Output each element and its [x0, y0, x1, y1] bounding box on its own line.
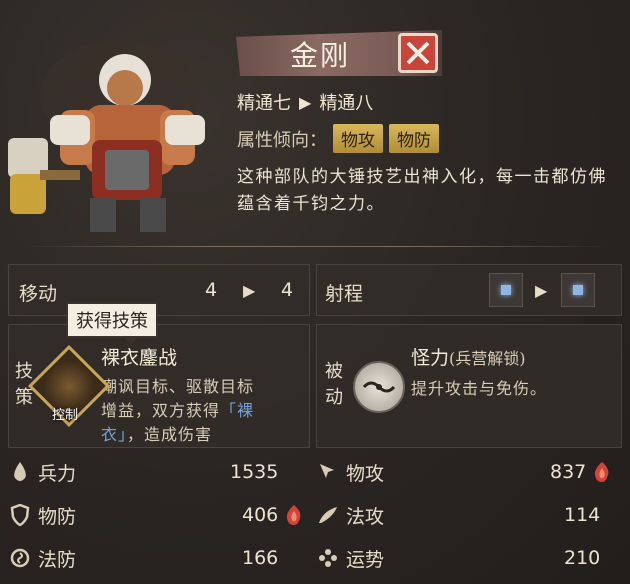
- passive-box[interactable]: 被动 怪力(兵营解锁) 提升攻击与免伤。: [316, 324, 622, 448]
- attribute-tendency: 属性倾向： 物攻 物防: [237, 124, 439, 153]
- swirl-icon: [8, 546, 32, 570]
- stat-troops: 兵力 1535: [8, 452, 310, 492]
- stat-mag-atk: 法攻 114: [316, 495, 622, 535]
- tactic-description: 嘲讽目标、驱散目标 增益，双方获得「裸 衣」，造成伤害: [101, 377, 255, 444]
- passive-note: (兵营解锁): [449, 349, 526, 368]
- mastery-progress: 精通七 ▶ 精通八: [237, 89, 373, 115]
- mastery-current: 精通七: [237, 93, 291, 114]
- flame-badge-icon: [592, 461, 612, 483]
- mag-atk-value: 114: [564, 504, 601, 526]
- flower-icon: [316, 546, 340, 570]
- range-grid-current: [489, 273, 523, 307]
- phys-atk-value: 837: [550, 461, 587, 483]
- droplet-icon: [8, 460, 32, 484]
- unit-name: 金刚: [290, 39, 351, 72]
- stat-luck: 运势 210: [316, 538, 622, 578]
- sword-icon: [316, 460, 340, 484]
- tactic-highlight: 衣」: [101, 425, 128, 444]
- move-to: 4: [281, 279, 294, 301]
- tag-phys-def: 物防: [389, 124, 439, 153]
- stat-phys-atk: 物攻 837: [316, 452, 622, 492]
- unit-portrait: [0, 20, 230, 240]
- passive-description: 提升攻击与免伤。: [411, 379, 548, 398]
- stat-mag-def: 法防 166: [8, 538, 310, 578]
- section-divider: [20, 246, 610, 247]
- arrow-right-icon: ▶: [535, 281, 548, 300]
- arrow-right-icon: ▶: [299, 92, 312, 112]
- flame-badge-icon: [284, 504, 304, 526]
- feather-icon: [316, 503, 340, 527]
- passive-skill-icon[interactable]: [353, 361, 405, 413]
- unit-description: 这种部队的大锤技艺出神入化，每一击都仿佛蕴含着千钧之力。: [237, 167, 607, 214]
- stat-phys-def: 物防 406: [8, 495, 310, 535]
- troops-value: 1535: [230, 461, 279, 483]
- move-box: 移动 4 ▶ 4: [8, 264, 310, 316]
- attribute-label: 属性倾向：: [237, 129, 327, 151]
- phys-def-value: 406: [242, 504, 279, 526]
- passive-side-label: 被动: [325, 361, 343, 408]
- arrow-right-icon: ▶: [243, 281, 256, 300]
- passive-name: 怪力: [411, 347, 450, 369]
- move-label: 移动: [19, 283, 58, 305]
- range-grid-next: [561, 273, 595, 307]
- tactic-icon-label: 控制: [52, 408, 79, 423]
- range-box: 射程 ▶: [316, 264, 622, 316]
- crossed-swords-icon: [398, 33, 438, 73]
- mastery-next: 精通八: [319, 93, 374, 114]
- passive-title: 怪力(兵营解锁): [411, 343, 526, 370]
- tactic-highlight: 「裸: [220, 401, 255, 420]
- mag-def-value: 166: [242, 547, 279, 569]
- move-from: 4: [205, 279, 218, 301]
- shield-icon: [8, 503, 32, 527]
- range-label: 射程: [325, 283, 364, 305]
- tactic-name: 裸衣鏖战: [101, 347, 178, 369]
- luck-value: 210: [564, 547, 601, 569]
- tag-phys-atk: 物攻: [333, 124, 383, 153]
- tactic-tooltip: 获得技策: [66, 302, 158, 345]
